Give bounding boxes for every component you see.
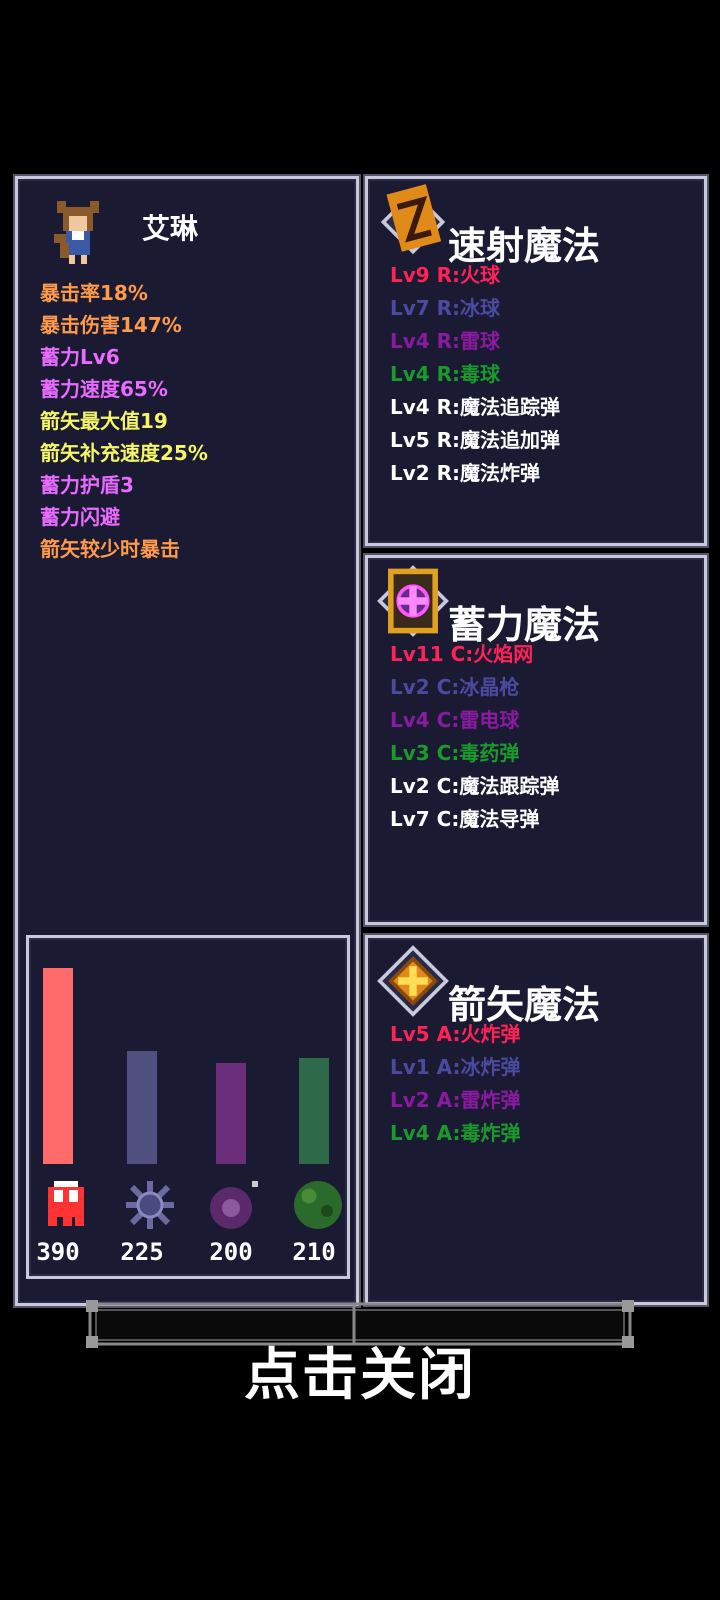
spell-item: Lv11 C:火焰网 — [390, 642, 534, 666]
damage-value: 200 — [209, 1238, 253, 1266]
character-name: 艾琳 — [142, 212, 199, 245]
stat-item: 暴击伤害147% — [40, 313, 182, 337]
stat-item: 蓄力Lv6 — [40, 345, 120, 369]
damage-bar — [299, 1058, 329, 1164]
character-panel: 艾琳 暴击率18% 暴击伤害147% 蓄力Lv6 蓄力速度65% 箭矢最大值19 箭矢补充… — [15, 176, 359, 1306]
spell-item: Lv9 R:火球 — [390, 263, 501, 287]
damage-chart: 390 225 200 210 — [26, 935, 350, 1279]
rapid-magic-panel: 速射魔法 Lv9 R:火球 Lv7 R:冰球 Lv4 R:雷球 Lv4 R:毒球 Lv4… — [365, 176, 707, 546]
stat-item: 箭矢补充速度25% — [40, 441, 208, 465]
thunder-orb-icon — [210, 1181, 258, 1229]
rapid-magic-scroll-icon — [380, 184, 446, 255]
spell-item: Lv5 A:火炸弹 — [390, 1022, 521, 1046]
damage-value: 390 — [36, 1238, 80, 1266]
stat-item: 蓄力护盾3 — [40, 473, 134, 497]
poison-orb-icon — [294, 1181, 342, 1229]
arrow-magic-panel: 箭矢魔法 Lv5 A:火炸弹 Lv1 A:冰炸弹 Lv2 A:雷炸弹 Lv4 A:毒炸… — [365, 935, 707, 1305]
damage-bar — [43, 968, 73, 1164]
spell-item: Lv4 R:雷球 — [390, 329, 501, 353]
close-button[interactable]: 点击关闭 — [0, 1330, 720, 1411]
spell-item: Lv7 R:冰球 — [390, 296, 501, 320]
spell-item: Lv5 R:魔法追加弹 — [390, 428, 561, 452]
spell-item: Lv2 C:冰晶枪 — [390, 675, 520, 699]
stats-list: 暴击率18% 暴击伤害147% 蓄力Lv6 蓄力速度65% 箭矢最大值19 箭矢补充速度2… — [40, 277, 208, 565]
charge-magic-panel: 蓄力魔法 Lv11 C:火焰网 Lv2 C:冰晶枪 Lv4 C:雷电球 Lv3 C:毒… — [365, 555, 707, 925]
arrow-spell-list: Lv5 A:火炸弹 Lv1 A:冰炸弹 Lv2 A:雷炸弹 Lv4 A:毒炸弹 — [390, 1018, 521, 1150]
spell-item: Lv1 A:冰炸弹 — [390, 1055, 521, 1079]
arrow-magic-icon — [377, 945, 449, 1017]
spell-item: Lv4 R:毒球 — [390, 362, 501, 386]
spell-item: Lv4 R:魔法追踪弹 — [390, 395, 561, 419]
stat-item: 蓄力速度65% — [40, 377, 168, 401]
damage-value: 210 — [292, 1238, 336, 1266]
stat-item: 箭矢最大值19 — [40, 409, 168, 433]
stat-item: 蓄力闪避 — [40, 505, 120, 529]
stat-item: 暴击率18% — [40, 281, 148, 305]
charge-magic-rune-icon — [377, 565, 449, 637]
spell-item: Lv3 C:毒药弹 — [390, 741, 520, 765]
damage-value: 225 — [120, 1238, 164, 1266]
spell-item: Lv7 C:魔法导弹 — [390, 807, 540, 831]
spell-item: Lv4 A:毒炸弹 — [390, 1121, 521, 1145]
character-header: 艾琳 — [48, 201, 348, 267]
spell-item: Lv2 A:雷炸弹 — [390, 1088, 521, 1112]
charge-spell-list: Lv11 C:火焰网 Lv2 C:冰晶枪 Lv4 C:雷电球 Lv3 C:毒药弹 Lv2… — [390, 638, 559, 836]
rapid-spell-list: Lv9 R:火球 Lv7 R:冰球 Lv4 R:雷球 Lv4 R:毒球 Lv4 R:魔法… — [390, 259, 560, 490]
fire-spirit-icon — [48, 1181, 84, 1226]
spell-item: Lv4 C:雷电球 — [390, 708, 520, 732]
stat-item: 箭矢较少时暴击 — [40, 537, 180, 561]
spell-item: Lv2 C:魔法跟踪弹 — [390, 774, 560, 798]
character-portrait-icon — [54, 201, 99, 264]
damage-bar — [127, 1051, 157, 1164]
ice-crystal-icon — [126, 1181, 174, 1229]
spell-item: Lv2 R:魔法炸弹 — [390, 461, 541, 485]
damage-bar — [216, 1063, 246, 1164]
